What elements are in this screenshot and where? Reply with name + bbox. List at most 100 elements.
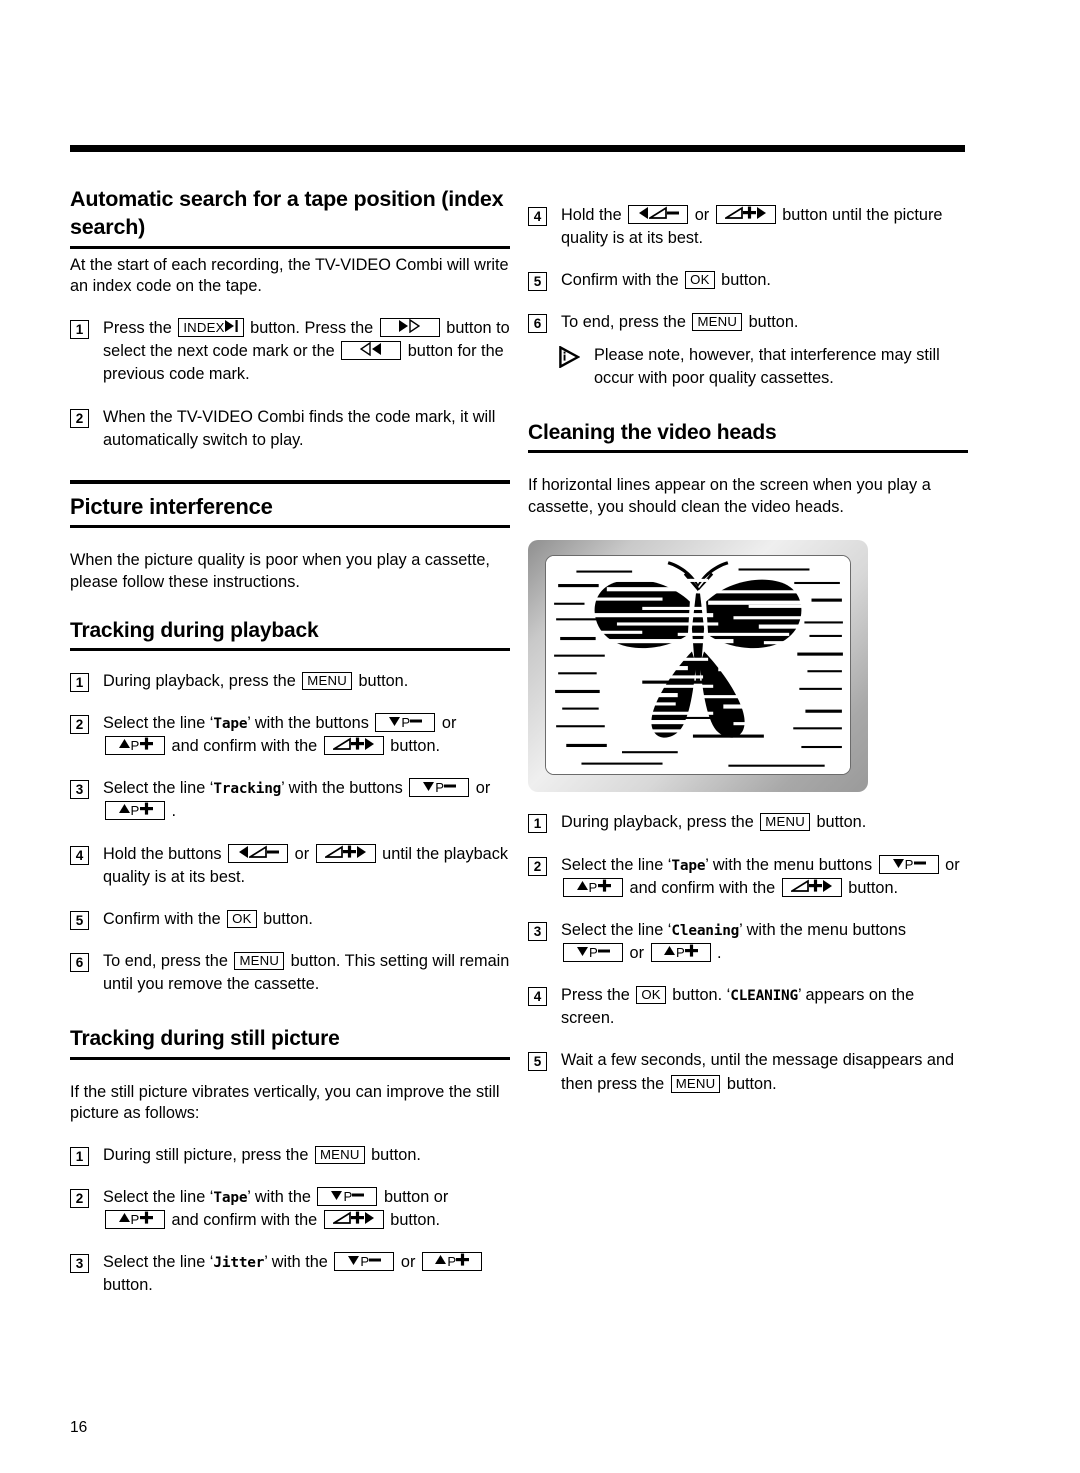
volume-down-key[interactable]: [628, 205, 689, 224]
index-key[interactable]: INDEX: [178, 318, 244, 338]
step-number: 4: [528, 987, 547, 1007]
instruction-step: 2 When the TV-VIDEO Combi finds the code …: [70, 406, 510, 452]
program-up-icon: [435, 1255, 447, 1265]
program-up-key[interactable]: P: [421, 1252, 482, 1272]
play-right-icon: [822, 879, 832, 892]
volume-icon: [330, 1211, 351, 1225]
volume-down-key[interactable]: [228, 843, 289, 863]
menu-line-name: Tape: [213, 1190, 248, 1207]
step-text: During still picture, press the MENU but…: [103, 1145, 421, 1164]
program-down-key[interactable]: P: [878, 854, 939, 874]
step-number: 1: [70, 672, 89, 692]
menu-line-name: Tracking: [213, 781, 282, 798]
interference-pattern-icon: [546, 556, 850, 775]
step-number: 3: [70, 780, 89, 800]
step-text: Select the line ‘Tape’ with the P button…: [103, 1187, 449, 1230]
page-number: 16: [70, 1419, 88, 1436]
instruction-step: 4 Hold the or button until the picture qu…: [528, 204, 968, 250]
program-up-icon: [118, 804, 130, 814]
step-number: 1: [70, 320, 89, 340]
index-search-steps: 1 Press the INDEX button. Press the butto…: [70, 317, 510, 452]
instruction-step: 5 Confirm with the OK button.: [528, 269, 968, 292]
page-title: Automatic search for a tape position (in…: [70, 185, 510, 249]
header-rule: [70, 145, 965, 152]
program-down-key[interactable]: P: [375, 713, 436, 733]
volume-up-key[interactable]: [781, 877, 842, 897]
rewind-icon[interactable]: [341, 341, 402, 361]
volume-up-key[interactable]: [323, 1210, 384, 1230]
tracking-still-title: Tracking during still picture: [70, 1026, 510, 1060]
left-column: Automatic search for a tape position (in…: [70, 185, 510, 1298]
step-number: 2: [70, 408, 89, 428]
program-up-key[interactable]: P: [105, 801, 165, 821]
cleaning-heads-title: Cleaning the video heads: [528, 420, 968, 454]
menu-key[interactable]: MENU: [314, 1145, 365, 1164]
instruction-step: 4 Press the OK button. ‘CLEANING’ appears…: [528, 984, 968, 1030]
rewind-icon: [359, 341, 382, 357]
program-up-key[interactable]: P: [563, 877, 623, 897]
plus-icon: [139, 737, 153, 750]
step-number: 3: [528, 921, 547, 941]
volume-up-key[interactable]: [315, 843, 376, 863]
step-text: To end, press the MENU button. This sett…: [103, 952, 510, 994]
instruction-step: 2 Select the line ‘Tape’ with the P butto…: [70, 1186, 510, 1232]
program-up-key[interactable]: P: [650, 943, 711, 962]
menu-key[interactable]: MENU: [760, 813, 810, 832]
step-text: Select the line ‘Tape’ with the buttons …: [103, 713, 457, 756]
program-down-icon: [577, 947, 588, 956]
instruction-step: 1 During playback, press the MENU button.: [528, 811, 968, 834]
tracking-playback-steps: 1 During playback, press the MENU button.…: [70, 670, 510, 996]
plus-icon: [350, 737, 364, 750]
play-right-icon: [364, 738, 374, 751]
note-text: Please note, however, that interference …: [594, 345, 940, 387]
program-down-icon: [348, 1256, 360, 1266]
tracking-still-intro: If the still picture vibrates vertically…: [70, 1082, 500, 1123]
minus-icon: [666, 211, 679, 215]
plus-icon: [742, 206, 756, 219]
plus-icon: [139, 803, 153, 816]
program-up-key[interactable]: P: [105, 1210, 165, 1230]
program-down-key[interactable]: P: [334, 1252, 395, 1272]
ok-key[interactable]: OK: [685, 271, 715, 290]
index-search-intro: At the start of each recording, the TV-V…: [70, 255, 509, 296]
program-down-icon: [389, 717, 401, 727]
info-triangle-icon: [559, 344, 581, 369]
plus-icon: [456, 1253, 470, 1266]
minus-icon: [369, 1258, 382, 1262]
menu-key[interactable]: MENU: [302, 671, 352, 690]
menu-key[interactable]: MENU: [670, 1074, 721, 1093]
step-number: 6: [70, 953, 89, 973]
menu-key[interactable]: MENU: [692, 313, 743, 332]
volume-up-key[interactable]: [323, 736, 384, 756]
instruction-step: 5 Wait a few seconds, until the message d…: [528, 1049, 968, 1095]
volume-icon: [322, 845, 343, 858]
menu-key[interactable]: MENU: [234, 952, 285, 971]
ok-key[interactable]: OK: [636, 986, 666, 1005]
instruction-step: 4 Hold the buttons or until the playback …: [70, 843, 510, 889]
step-number: 2: [70, 1189, 89, 1209]
program-down-key[interactable]: P: [317, 1187, 378, 1207]
tv-interference-picture: [528, 540, 868, 793]
step-number: 1: [70, 1146, 89, 1166]
instruction-step: 3 Select the line ‘Cleaning’ with the men…: [528, 919, 968, 965]
program-up-key[interactable]: P: [105, 736, 165, 756]
step-text: Select the line ‘Tape’ with the menu but…: [561, 854, 960, 897]
plus-icon: [685, 944, 699, 957]
tracking-still-steps: 1 During still picture, press the MENU bu…: [70, 1144, 510, 1298]
plus-icon: [350, 1211, 364, 1224]
skip-forward-icon: [224, 320, 238, 333]
play-right-icon: [364, 1212, 374, 1225]
ok-key[interactable]: OK: [227, 909, 257, 928]
minus-icon: [266, 850, 279, 854]
step-text: During playback, press the MENU button.: [103, 671, 409, 690]
program-down-icon: [423, 782, 435, 792]
volume-up-key[interactable]: [715, 205, 776, 224]
menu-line-name: Jitter: [213, 1255, 265, 1272]
step-number: 5: [70, 910, 89, 930]
instruction-step: 2 Select the line ‘Tape’ with the menu bu…: [528, 854, 968, 900]
program-down-key[interactable]: P: [563, 943, 623, 962]
fast-forward-icon[interactable]: [379, 318, 440, 338]
minus-icon: [444, 784, 457, 788]
minus-icon: [410, 719, 423, 723]
program-down-key[interactable]: P: [409, 778, 470, 798]
